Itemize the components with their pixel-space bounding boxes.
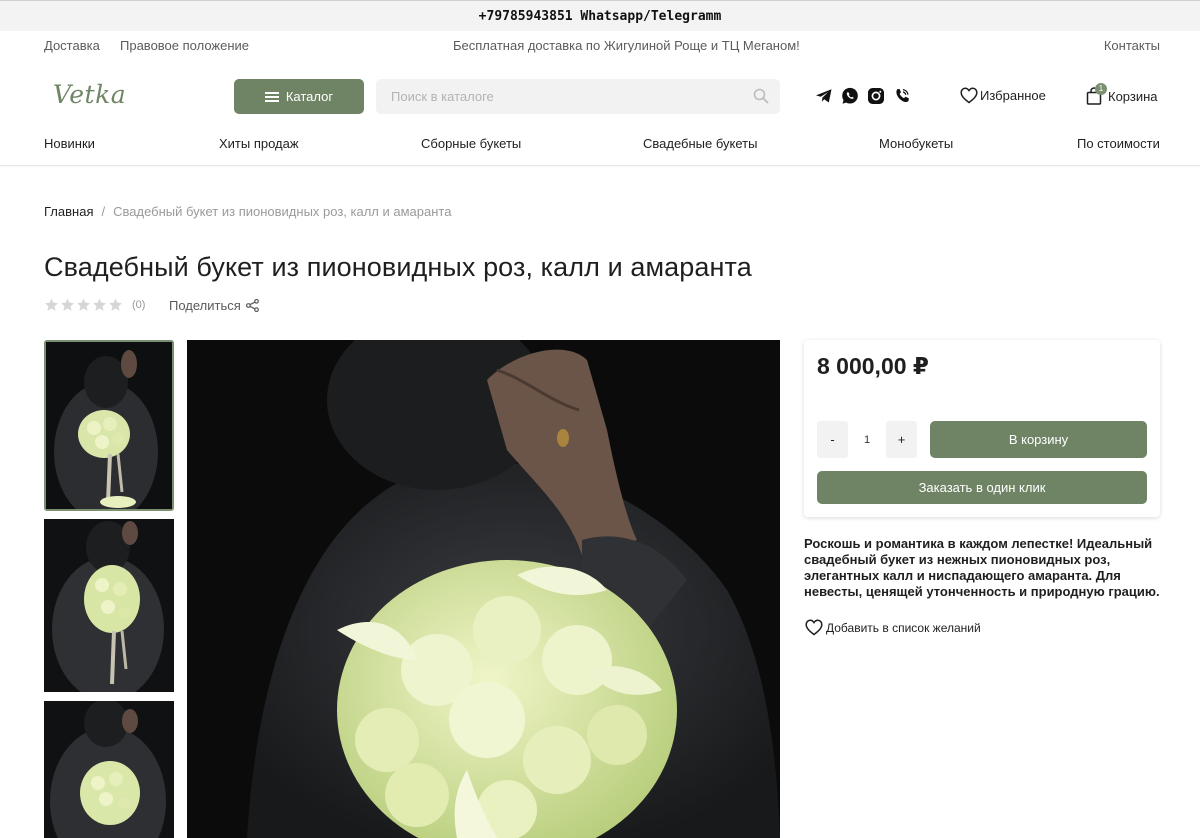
share-button[interactable]: Поделиться <box>169 298 259 313</box>
category-new[interactable]: Новинки <box>44 136 95 151</box>
heart-icon <box>805 619 823 636</box>
purchase-panel: 8 000,00 ₽ - + В корзину Заказать в один… <box>804 340 1160 517</box>
product-price: 8 000,00 ₽ <box>817 353 929 379</box>
menu-icon <box>264 91 279 102</box>
wishlist-label: Добавить в список желаний <box>826 620 981 635</box>
breadcrumb-separator: / <box>101 204 106 219</box>
bouquet-thumbnail-image <box>46 342 172 509</box>
one-click-order-button[interactable]: Заказать в один клик <box>817 471 1147 504</box>
page-title: Свадебный букет из пионовидных роз, калл… <box>44 252 752 282</box>
nav-legal-link[interactable]: Правовое положение <box>120 38 249 53</box>
breadcrumb-current: Свадебный букет из пионовидных роз, калл… <box>113 204 452 219</box>
rating-count: (0) <box>132 299 146 311</box>
favorites-label: Избранное <box>980 88 1046 103</box>
site-logo[interactable]: Vetka <box>53 80 126 109</box>
product-main-image[interactable] <box>187 340 780 838</box>
promo-text: Бесплатная доставка по Жигулиной Роще и … <box>453 38 800 53</box>
bouquet-thumbnail-image <box>44 519 174 692</box>
share-label: Поделиться <box>169 298 241 313</box>
quantity-input[interactable] <box>852 421 882 458</box>
favorites-link[interactable]: Избранное <box>960 87 1046 104</box>
catalog-button[interactable]: Каталог <box>234 79 364 114</box>
rating-stars[interactable]: (0) <box>44 298 145 312</box>
bouquet-thumbnail-image <box>44 701 174 838</box>
top-phone-bar: +79785943851 Whatsapp/Telegramm <box>0 0 1200 31</box>
product-thumbnail-1[interactable] <box>44 340 174 511</box>
breadcrumb: Главная / Свадебный букет из пионовидных р… <box>44 204 451 219</box>
product-thumbnail-3[interactable] <box>44 701 174 838</box>
product-description: Роскошь и романтика в каждом лепестке! И… <box>804 536 1160 599</box>
viber-icon[interactable] <box>893 87 911 105</box>
search-input[interactable] <box>376 79 736 114</box>
share-icon <box>245 299 259 312</box>
telegram-icon[interactable] <box>815 87 833 105</box>
quantity-decrease-button[interactable]: - <box>817 421 848 458</box>
add-to-wishlist-link[interactable]: Добавить в список желаний <box>805 619 981 636</box>
phone-link[interactable]: +79785943851 Whatsapp/Telegramm <box>479 9 722 24</box>
star-icon <box>61 298 74 311</box>
category-mixed-bouquets[interactable]: Сборные букеты <box>421 136 521 151</box>
product-thumbnail-2[interactable] <box>44 519 174 692</box>
heart-icon <box>960 87 978 104</box>
catalog-button-label: Каталог <box>285 89 334 104</box>
category-mono-bouquets[interactable]: Монобукеты <box>879 136 953 151</box>
category-wedding-bouquets[interactable]: Свадебные букеты <box>643 136 757 151</box>
cart-count-badge: 1 <box>1095 83 1107 95</box>
search-box <box>376 79 780 114</box>
breadcrumb-home[interactable]: Главная <box>44 204 93 219</box>
search-icon[interactable] <box>753 88 769 104</box>
category-nav: Новинки Хиты продаж Сборные букеты Сваде… <box>0 136 1200 166</box>
instagram-icon[interactable] <box>867 87 885 105</box>
star-icon <box>45 298 58 311</box>
nav-delivery-link[interactable]: Доставка <box>44 38 100 53</box>
category-bestsellers[interactable]: Хиты продаж <box>219 136 299 151</box>
star-icon <box>77 298 90 311</box>
quantity-increase-button[interactable]: + <box>886 421 917 458</box>
whatsapp-icon[interactable] <box>841 87 859 105</box>
add-to-cart-button[interactable]: В корзину <box>930 421 1147 458</box>
cart-link[interactable]: 1 Корзина <box>1086 83 1158 105</box>
nav-contacts-link[interactable]: Контакты <box>1104 38 1160 53</box>
star-icon <box>93 298 106 311</box>
bouquet-photo <box>187 340 780 838</box>
cart-label: Корзина <box>1108 88 1158 104</box>
cart-icon-wrap: 1 <box>1086 83 1107 105</box>
category-by-price[interactable]: По стоимости <box>1077 136 1160 151</box>
star-icon <box>109 298 122 311</box>
